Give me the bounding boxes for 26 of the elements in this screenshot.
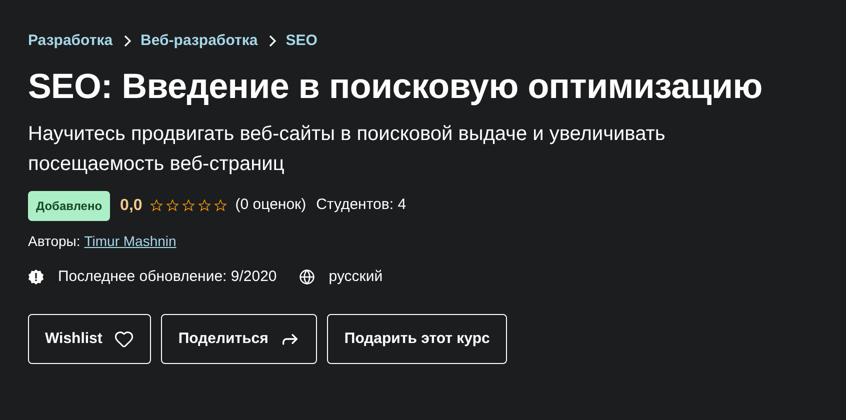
action-button[interactable]: Поделиться (161, 314, 318, 364)
star-icon (166, 199, 180, 212)
students-count: Студентов: 4 (316, 195, 406, 216)
author-link[interactable]: Timur Mashnin (84, 230, 176, 252)
rating-value: 0,0 (120, 196, 142, 216)
action-button[interactable]: Подарить этот курс (327, 314, 507, 364)
rating-count: (0 оценок) (235, 195, 306, 216)
globe-icon (298, 268, 315, 285)
alert-icon (28, 268, 44, 285)
language: русский (328, 266, 383, 286)
course-title: SEO: Введение в поисковую оптимизацию (28, 66, 764, 108)
star-icon (150, 199, 164, 212)
action-button[interactable]: Wishlist (28, 314, 152, 364)
heart-icon (114, 329, 134, 349)
breadcrumb-link[interactable]: Веб-разработка (140, 30, 258, 52)
course-subtitle: Научитесь продвигать веб-сайты в поисковой выдаче и увеличивать посещаемость веб-страниц (28, 122, 666, 176)
added-badge: Добавлено (28, 190, 110, 220)
chevron-icon (122, 35, 131, 48)
last-updated: Последнее обновление: 9/2020 (58, 266, 277, 286)
chevron-icon (268, 35, 276, 48)
authors-label: Авторы: (28, 232, 80, 251)
star-icon (198, 199, 212, 212)
breadcrumb-link[interactable]: SEO (286, 30, 318, 52)
star-icon (182, 199, 196, 212)
star-icon (214, 199, 228, 212)
breadcrumb-link[interactable]: Разработка (28, 30, 113, 52)
